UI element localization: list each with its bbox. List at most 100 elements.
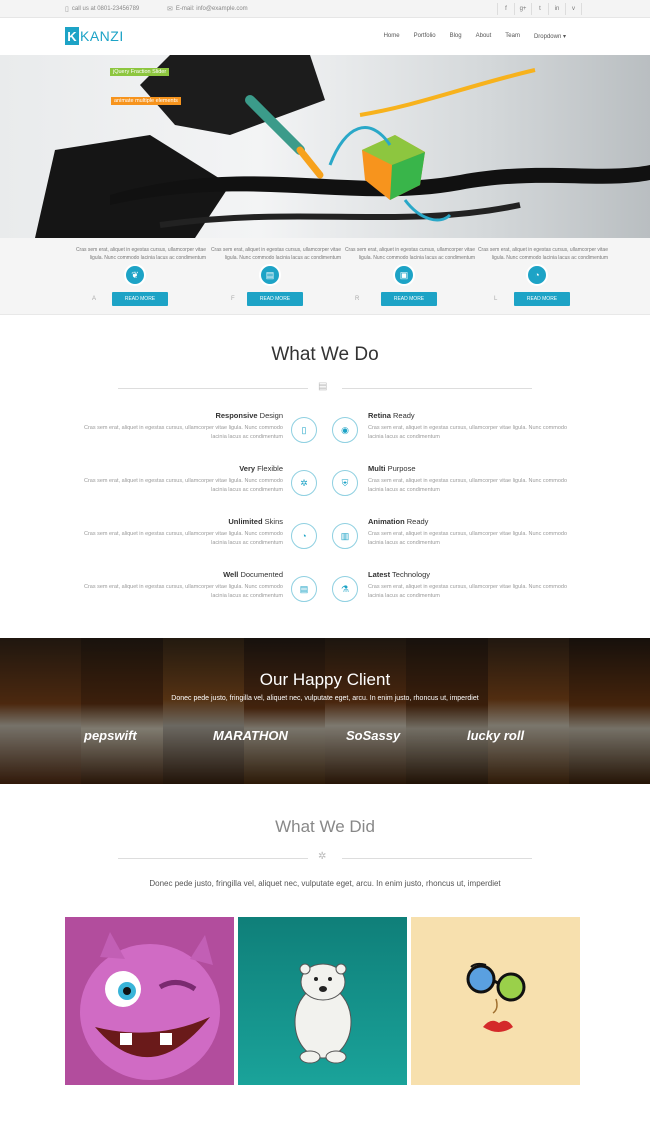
read-more-button[interactable]: READ MORE <box>514 292 570 306</box>
hero-illustration <box>35 55 650 238</box>
feature-text: Cras sem erat, aliquet in egestas cursus… <box>210 247 341 261</box>
service-desc: Cras sem erat, aliquet in egestas cursus… <box>368 531 568 546</box>
service-title-rest: Ready <box>404 517 429 526</box>
google-plus-icon[interactable]: g+ <box>514 3 531 15</box>
service-title-rest: Flexible <box>255 464 283 473</box>
menu-team[interactable]: Team <box>505 33 520 40</box>
facebook-icon[interactable]: f <box>497 3 514 15</box>
service-title-rest: Technology <box>390 570 430 579</box>
shield-icon: ⛨ <box>332 470 358 496</box>
gear-icon: ✲ <box>291 470 317 496</box>
menu-home[interactable]: Home <box>384 33 400 40</box>
service-item: Retina Ready Cras sem erat, aliquet in e… <box>368 411 583 442</box>
read-more-button[interactable]: READ MORE <box>247 292 303 306</box>
service-title-bold: Very <box>239 464 256 473</box>
logo-text: KANZI <box>80 28 124 44</box>
feature-strip: Cras sem erat, aliquet in egestas cursus… <box>0 238 650 315</box>
social-links: f g+ t in v <box>497 3 582 15</box>
clients-section: Our Happy Client Donec pede justo, fring… <box>0 638 650 784</box>
service-desc: Cras sem erat, aliquet in egestas cursus… <box>83 584 283 599</box>
client-logo-marathon[interactable]: MARATHON <box>213 728 288 743</box>
service-item: Multi Purpose Cras sem erat, aliquet in … <box>368 464 583 495</box>
book-icon: ▤ <box>318 381 328 392</box>
briefcase-icon: ▤ <box>259 264 281 286</box>
service-title-bold: Unlimited <box>228 517 263 526</box>
menu-about[interactable]: About <box>476 33 492 40</box>
service-desc: Cras sem erat, aliquet in egestas cursus… <box>83 531 283 546</box>
what-we-did-subtitle: Donec pede justo, fringilla vel, aliquet… <box>149 879 501 888</box>
main-nav: K KANZI Home Portfolio Blog About Team D… <box>0 18 650 55</box>
divider-left <box>118 858 308 859</box>
clients-subtitle: Donec pede justo, fringilla vel, aliquet… <box>171 695 479 702</box>
film-icon: ▥ <box>332 523 358 549</box>
service-title-rest: Purpose <box>385 464 416 473</box>
feature-label: R <box>355 296 360 302</box>
linkedin-icon[interactable]: in <box>548 3 565 15</box>
feature-label: L <box>494 296 498 302</box>
email-text: E-mail: info@example.com <box>175 6 248 12</box>
image-icon: ▣ <box>393 264 415 286</box>
menu-dropdown[interactable]: Dropdown ▾ <box>534 33 566 40</box>
gauge-icon: ◔ <box>526 264 548 286</box>
bear-illustration <box>294 963 352 1064</box>
read-more-button[interactable]: READ MORE <box>112 292 168 306</box>
dark-overlay <box>0 638 650 784</box>
service-title-bold: Responsive <box>215 411 258 420</box>
what-we-do-title: What We Do <box>271 344 379 365</box>
menu-blog[interactable]: Blog <box>450 33 462 40</box>
phone-contact: ▯ call us at 0801-23456789 <box>65 5 139 13</box>
feature-text: Cras sem erat, aliquet in egestas cursus… <box>477 247 608 261</box>
logo[interactable]: K KANZI <box>65 27 124 45</box>
feature-card: Cras sem erat, aliquet in egestas cursus… <box>335 246 475 306</box>
hero-slider[interactable]: jQuery Fraction Slider animate multiple … <box>0 55 650 238</box>
dashboard-icon: ◔ <box>291 523 317 549</box>
service-desc: Cras sem erat, aliquet in egestas cursus… <box>368 478 568 493</box>
feature-card: Cras sem erat, aliquet in egestas cursus… <box>66 246 206 306</box>
service-title-bold: Animation <box>368 517 405 526</box>
service-item: Unlimited Skins Cras sem erat, aliquet i… <box>68 517 283 548</box>
leaf-icon: ❦ <box>124 264 146 286</box>
service-title-rest: Skins <box>262 517 283 526</box>
service-title-rest: Documented <box>238 570 283 579</box>
menu-portfolio[interactable]: Portfolio <box>414 33 436 40</box>
envelope-icon: ✉ <box>167 6 173 13</box>
feature-card: Cras sem erat, aliquet in egestas cursus… <box>468 246 608 306</box>
service-title-rest: Ready <box>390 411 415 420</box>
email-contact: ✉ E-mail: info@example.com <box>167 5 248 13</box>
divider-right <box>342 858 532 859</box>
portfolio-item-bear[interactable] <box>238 917 407 1085</box>
service-title-rest: Design <box>257 411 283 420</box>
service-desc: Cras sem erat, aliquet in egestas cursus… <box>368 584 568 599</box>
top-bar: ▯ call us at 0801-23456789 ✉ E-mail: inf… <box>0 0 650 18</box>
service-item: Responsive Design Cras sem erat, aliquet… <box>68 411 283 442</box>
divider-right <box>342 388 532 389</box>
menu: Home Portfolio Blog About Team Dropdown … <box>384 33 566 40</box>
service-item: Latest Technology Cras sem erat, aliquet… <box>368 570 583 601</box>
service-item: Very Flexible Cras sem erat, aliquet in … <box>68 464 283 495</box>
service-title-bold: Retina <box>368 411 391 420</box>
service-desc: Cras sem erat, aliquet in egestas cursus… <box>83 425 283 440</box>
face-illustration <box>466 962 526 1032</box>
document-icon: ▤ <box>291 576 317 602</box>
eye-icon: ◉ <box>332 417 358 443</box>
read-more-button[interactable]: READ MORE <box>381 292 437 306</box>
feature-label: A <box>92 296 97 302</box>
client-logo-luckyroll[interactable]: lucky roll <box>467 728 524 743</box>
feature-card: Cras sem erat, aliquet in egestas cursus… <box>201 246 341 306</box>
portfolio-item-face[interactable] <box>411 917 580 1085</box>
vimeo-icon[interactable]: v <box>565 3 582 15</box>
service-title-bold: Latest <box>368 570 391 579</box>
phone-icon: ▯ <box>65 6 69 13</box>
flask-icon: ⚗ <box>332 576 358 602</box>
client-logo-sosassy[interactable]: SoSassy <box>346 728 400 743</box>
service-item: Animation Ready Cras sem erat, aliquet i… <box>368 517 583 548</box>
tablet-icon: ▯ <box>291 417 317 443</box>
logo-mark: K <box>65 27 79 45</box>
feature-text: Cras sem erat, aliquet in egestas cursus… <box>75 247 206 261</box>
service-desc: Cras sem erat, aliquet in egestas cursus… <box>368 425 568 440</box>
service-title-bold: Well <box>223 570 239 579</box>
portfolio-item-monster[interactable] <box>65 917 234 1085</box>
gear-icon: ✲ <box>318 851 327 862</box>
tumblr-icon[interactable]: t <box>531 3 548 15</box>
client-logo-pepswift[interactable]: pepswift <box>84 728 137 743</box>
